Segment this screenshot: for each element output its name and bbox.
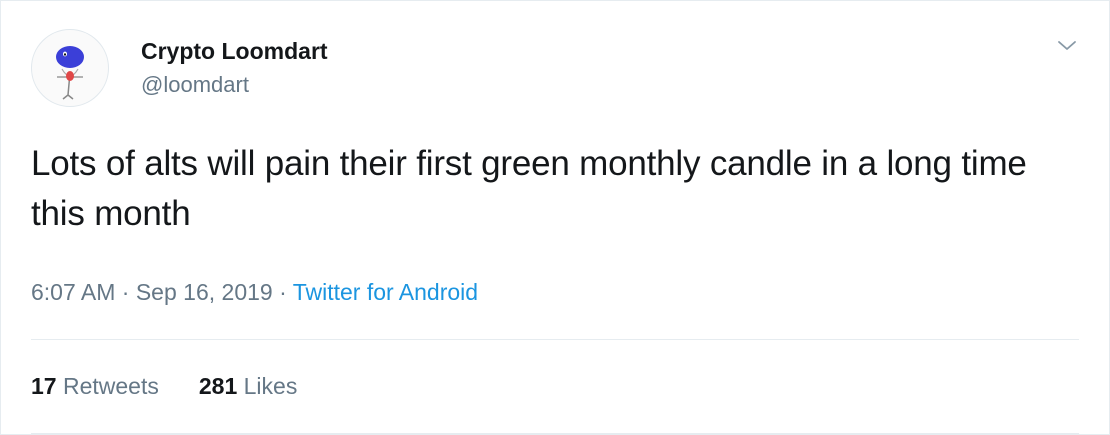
display-name[interactable]: Crypto Loomdart bbox=[141, 37, 328, 65]
likes-label: Likes bbox=[243, 373, 298, 399]
likes-stat[interactable]: 281 Likes bbox=[199, 371, 297, 401]
retweets-stat[interactable]: 17 Retweets bbox=[31, 371, 159, 401]
tweet-stats: 17 Retweets 281 Likes bbox=[31, 371, 337, 401]
retweets-label: Retweets bbox=[62, 373, 159, 399]
tweet-date[interactable]: Sep 16, 2019 bbox=[136, 279, 273, 305]
retweets-count: 17 bbox=[31, 373, 57, 399]
tweet-text: Lots of alts will pain their first green… bbox=[31, 144, 1027, 233]
chevron-down-icon bbox=[1058, 41, 1076, 50]
tweet-header: Crypto Loomdart @loomdart bbox=[31, 29, 328, 107]
tweet-card: Crypto Loomdart @loomdart Lots of alts w… bbox=[0, 0, 1110, 435]
meta-separator: · bbox=[272, 279, 293, 305]
tweet-time[interactable]: 6:07 AM bbox=[31, 279, 115, 305]
more-options-button[interactable] bbox=[1055, 35, 1079, 55]
tweet-meta: 6:07 AM · Sep 16, 2019 · Twitter for And… bbox=[31, 277, 478, 307]
user-handle[interactable]: @loomdart bbox=[141, 71, 328, 99]
cartoon-avatar-icon bbox=[56, 46, 84, 100]
likes-count: 281 bbox=[198, 373, 238, 399]
user-block: Crypto Loomdart @loomdart bbox=[141, 37, 328, 99]
tweet-source-link[interactable]: Twitter for Android bbox=[293, 279, 478, 305]
divider bbox=[31, 433, 1079, 434]
divider bbox=[31, 339, 1079, 340]
meta-separator: · bbox=[115, 279, 136, 305]
avatar[interactable] bbox=[31, 29, 109, 107]
